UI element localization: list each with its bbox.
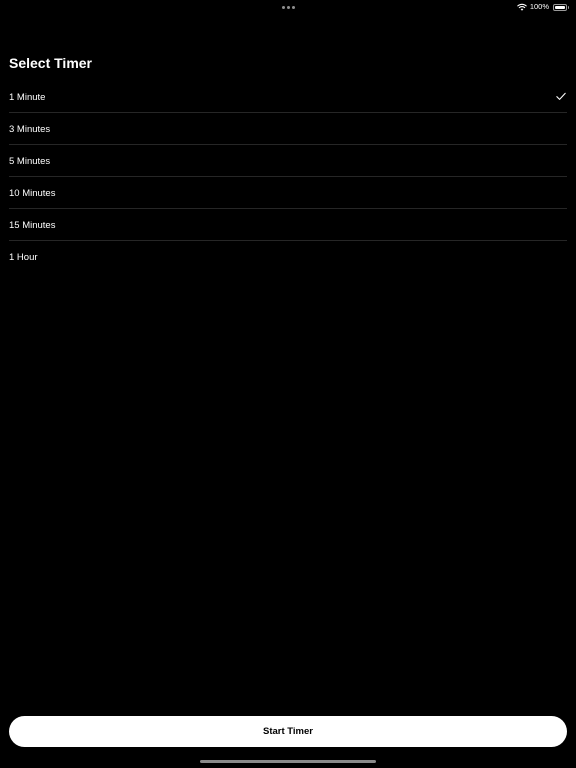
timer-option-label: 5 Minutes (9, 155, 51, 167)
battery-percentage: 100% (529, 2, 549, 11)
home-indicator[interactable] (200, 760, 376, 763)
timer-option-5-minutes[interactable]: 5 Minutes (0, 145, 576, 177)
start-timer-button[interactable]: Start Timer (9, 716, 567, 747)
wifi-icon (517, 3, 527, 11)
status-indicators: 100% (517, 2, 569, 12)
timer-option-3-minutes[interactable]: 3 Minutes (0, 113, 576, 145)
page-title: Select Timer (9, 55, 93, 71)
checkmark-icon (556, 92, 566, 100)
timer-option-label: 10 Minutes (9, 187, 56, 199)
battery-icon (553, 3, 569, 11)
timer-option-1-minute[interactable]: 1 Minute (0, 81, 576, 113)
timer-option-label: 1 Hour (9, 251, 38, 263)
timer-option-1-hour[interactable]: 1 Hour (0, 241, 576, 273)
timer-option-10-minutes[interactable]: 10 Minutes (0, 177, 576, 209)
timer-options-list: 1 Minute 3 Minutes 5 Minutes 10 Minutes … (0, 81, 576, 273)
timer-option-label: 3 Minutes (9, 123, 51, 135)
multitasking-dots-icon[interactable] (282, 6, 295, 9)
timer-option-label: 1 Minute (9, 91, 46, 103)
timer-option-15-minutes[interactable]: 15 Minutes (0, 209, 576, 241)
status-bar: 100% (0, 0, 576, 14)
battery-level-fill (555, 5, 565, 9)
timer-option-label: 15 Minutes (9, 219, 56, 231)
